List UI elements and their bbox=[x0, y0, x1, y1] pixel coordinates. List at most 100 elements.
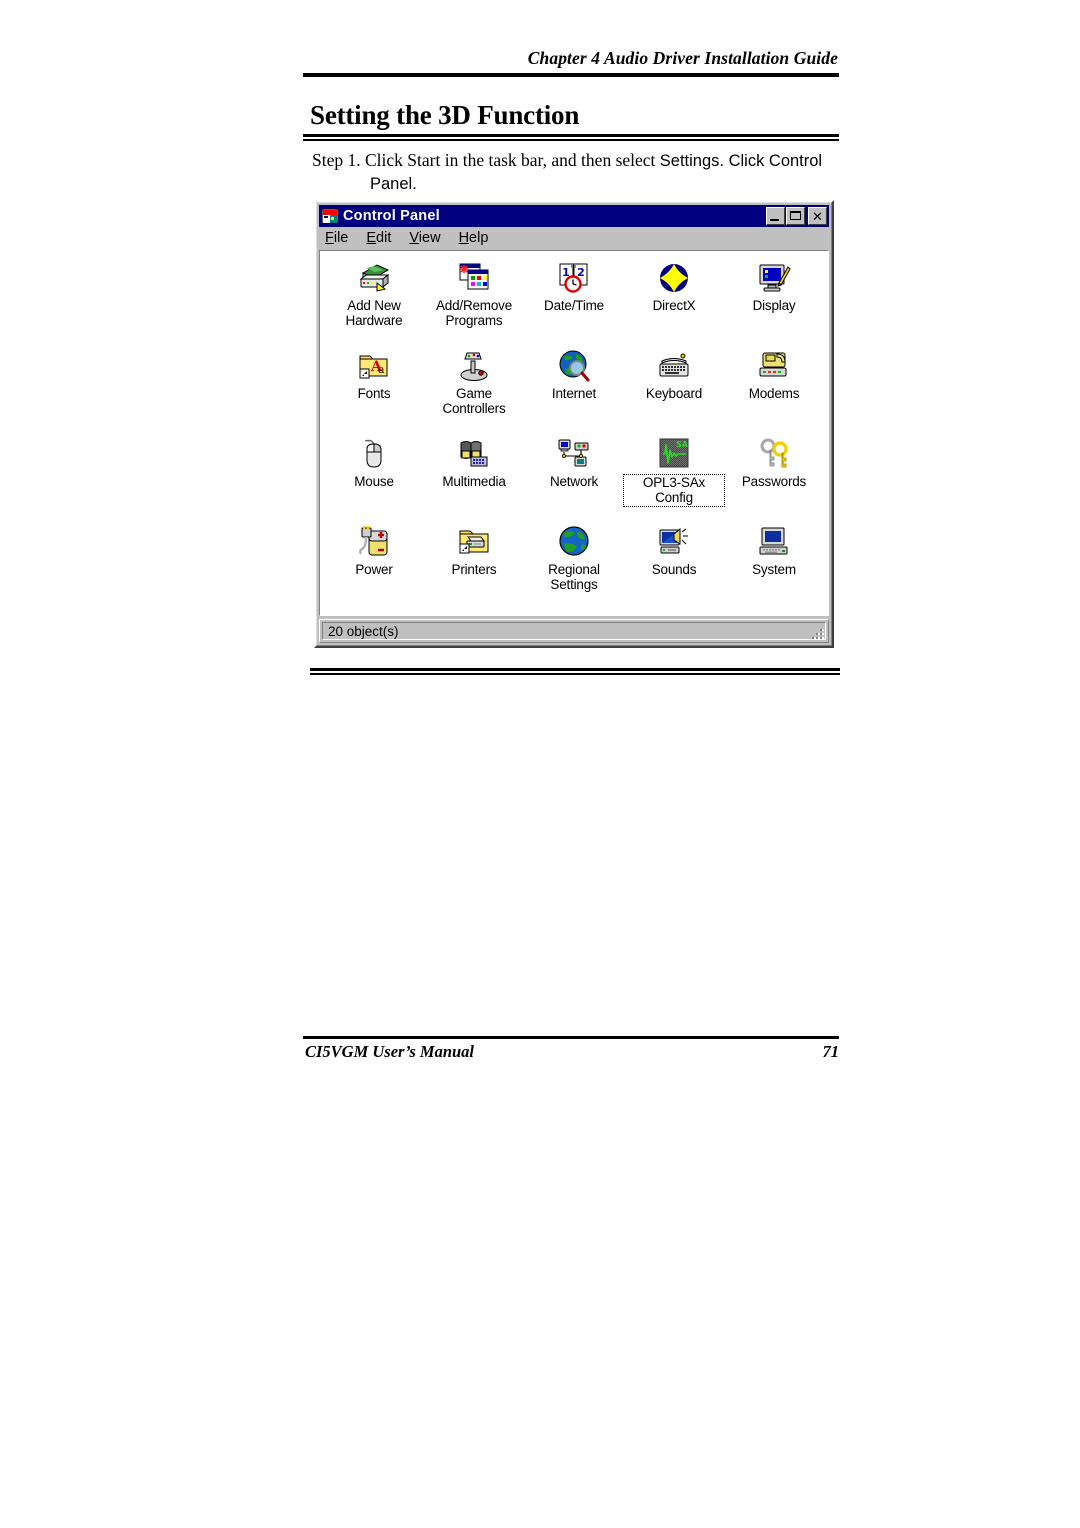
game-controllers-icon bbox=[457, 349, 491, 383]
add-new-hardware-icon bbox=[357, 261, 391, 295]
system-icon bbox=[757, 525, 791, 559]
close-button[interactable]: ✕ bbox=[808, 207, 827, 225]
svg-text:a: a bbox=[378, 363, 385, 376]
step-text-serif: Click Start in the task bar, and then se… bbox=[365, 150, 660, 170]
status-text: 20 object(s) bbox=[328, 623, 399, 639]
cp-label: Add New Hardware bbox=[345, 298, 403, 328]
modems-icon bbox=[757, 349, 791, 383]
cp-item-add-remove-programs[interactable]: Add/Remove Programs bbox=[424, 257, 524, 343]
cp-item-system[interactable]: System bbox=[724, 521, 824, 607]
date-time-icon: 1 2 bbox=[557, 261, 591, 295]
cp-label: Date/Time bbox=[544, 298, 604, 313]
menu-edit[interactable]: Edit bbox=[366, 229, 400, 247]
cp-item-display[interactable]: Display bbox=[724, 257, 824, 343]
close-icon: ✕ bbox=[812, 208, 823, 224]
running-header: Chapter 4 Audio Driver Installation Guid… bbox=[527, 48, 838, 68]
step-paragraph: Step 1. Click Start in the task bar, and… bbox=[312, 149, 842, 195]
window-title: Control Panel bbox=[343, 208, 440, 224]
cp-item-mouse[interactable]: Mouse bbox=[324, 433, 424, 519]
cp-item-internet[interactable]: Internet bbox=[524, 345, 624, 431]
menu-file[interactable]: File bbox=[325, 229, 357, 247]
step-text-sans-2: Panel. bbox=[370, 175, 417, 193]
icon-grid: Add New Hardware Add/Remove Programs 1 2… bbox=[324, 257, 824, 607]
menubar: File Edit View Help bbox=[319, 227, 829, 249]
cp-item-network[interactable]: Network bbox=[524, 433, 624, 519]
figure-rule-top bbox=[310, 668, 840, 671]
cp-item-power[interactable]: Power bbox=[324, 521, 424, 607]
control-panel-window: Control Panel ✕ File Edit View Help Add … bbox=[314, 200, 834, 648]
resize-grip-icon[interactable] bbox=[812, 627, 825, 640]
cp-label: Modems bbox=[748, 386, 800, 401]
cp-label: System bbox=[752, 562, 796, 577]
cp-label: Power bbox=[355, 562, 393, 577]
menu-view[interactable]: View bbox=[409, 229, 449, 247]
directx-icon bbox=[657, 261, 691, 295]
cp-label: Add/Remove Programs bbox=[435, 298, 513, 328]
window-buttons: ✕ bbox=[766, 207, 827, 225]
footer-rule bbox=[303, 1036, 839, 1039]
status-pane: 20 object(s) bbox=[322, 622, 826, 640]
title-rule-top bbox=[303, 134, 839, 137]
cp-label: Mouse bbox=[354, 474, 394, 489]
cp-item-multimedia[interactable]: Multimedia bbox=[424, 433, 524, 519]
menu-help[interactable]: Help bbox=[459, 229, 498, 247]
control-panel-icon[interactable] bbox=[322, 208, 338, 224]
page-title: Setting the 3D Function bbox=[310, 100, 580, 130]
cp-item-printers[interactable]: Printers bbox=[424, 521, 524, 607]
mouse-icon bbox=[357, 437, 391, 471]
step-text-sans: Settings. Click Control bbox=[659, 152, 823, 170]
cp-item-modems[interactable]: Modems bbox=[724, 345, 824, 431]
printers-icon bbox=[457, 525, 491, 559]
cp-label: Fonts bbox=[357, 386, 391, 401]
control-panel-list: Add New Hardware Add/Remove Programs 1 2… bbox=[319, 250, 829, 616]
internet-icon bbox=[557, 349, 591, 383]
cp-label: Regional Settings bbox=[548, 562, 600, 592]
cp-label: Game Controllers bbox=[442, 386, 506, 416]
figure-rule-bottom bbox=[310, 673, 840, 675]
add-remove-programs-icon bbox=[457, 261, 491, 295]
cp-label: Network bbox=[549, 474, 599, 489]
manual-page: Chapter 4 Audio Driver Installation Guid… bbox=[0, 0, 1080, 1528]
cp-item-add-new-hardware[interactable]: Add New Hardware bbox=[324, 257, 424, 343]
opl3-sax-config-icon: SA bbox=[657, 437, 691, 471]
cp-item-sounds[interactable]: Sounds bbox=[624, 521, 724, 607]
display-icon bbox=[757, 261, 791, 295]
cp-item-game-controllers[interactable]: Game Controllers bbox=[424, 345, 524, 431]
cp-item-keyboard[interactable]: Keyboard bbox=[624, 345, 724, 431]
step-line-2: Panel. bbox=[312, 172, 842, 195]
cp-item-opl3-sax-config[interactable]: SA OPL3-SAx Config bbox=[623, 433, 725, 519]
regional-settings-icon bbox=[557, 525, 591, 559]
sounds-icon bbox=[657, 525, 691, 559]
title-rule-bottom bbox=[303, 139, 839, 141]
cp-label: Multimedia bbox=[442, 474, 506, 489]
cp-item-date-time[interactable]: 1 2 Date/Time bbox=[524, 257, 624, 343]
footer-page-number: 71 bbox=[822, 1042, 840, 1061]
maximize-button[interactable] bbox=[786, 207, 805, 225]
cp-label: DirectX bbox=[652, 298, 696, 313]
step-label: Step 1. bbox=[312, 150, 361, 170]
passwords-icon bbox=[757, 437, 791, 471]
cp-item-passwords[interactable]: Passwords bbox=[724, 433, 824, 519]
svg-text:2: 2 bbox=[577, 266, 585, 279]
cp-label: Sounds bbox=[651, 562, 697, 577]
cp-item-fonts[interactable]: A a Fonts bbox=[324, 345, 424, 431]
cp-item-regional-settings[interactable]: Regional Settings bbox=[524, 521, 624, 607]
cp-label: Keyboard bbox=[645, 386, 703, 401]
step-line-1: Step 1. Click Start in the task bar, and… bbox=[312, 149, 842, 172]
network-icon bbox=[557, 437, 591, 471]
cp-item-directx[interactable]: DirectX bbox=[624, 257, 724, 343]
cp-label: Display bbox=[752, 298, 796, 313]
multimedia-icon bbox=[457, 437, 491, 471]
cp-label: Internet bbox=[551, 386, 597, 401]
minimize-button[interactable] bbox=[766, 207, 785, 225]
maximize-icon bbox=[790, 211, 801, 220]
power-icon bbox=[357, 525, 391, 559]
cp-label: Passwords bbox=[741, 474, 807, 489]
keyboard-icon bbox=[657, 349, 691, 383]
svg-text:SA: SA bbox=[676, 440, 689, 449]
statusbar: 20 object(s) bbox=[319, 619, 829, 643]
minimize-icon bbox=[770, 219, 779, 221]
cp-label: Printers bbox=[451, 562, 497, 577]
titlebar[interactable]: Control Panel ✕ bbox=[319, 205, 829, 227]
header-rule bbox=[303, 73, 839, 77]
